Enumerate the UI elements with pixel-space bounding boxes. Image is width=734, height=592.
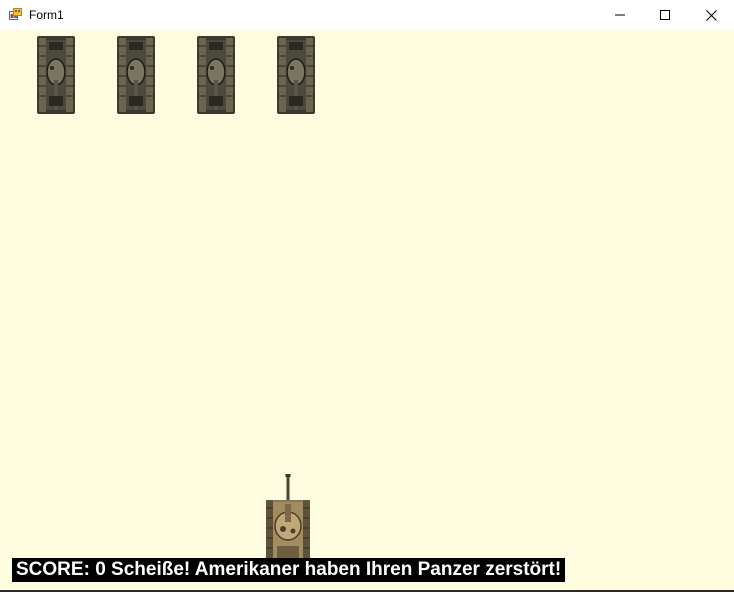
score-value: 0 xyxy=(95,559,106,580)
player-tank-icon[interactable] xyxy=(265,474,311,564)
maximize-button[interactable] xyxy=(642,0,688,30)
maximize-icon xyxy=(660,10,670,20)
game-window: Form1 SCORE: 0 Scheiße! Amerikaner haben… xyxy=(0,0,734,592)
game-canvas[interactable]: SCORE: 0 Scheiße! Amerikaner haben Ihren… xyxy=(0,30,734,590)
title-bar[interactable]: Form1 xyxy=(0,0,734,30)
game-over-message: Scheiße! Amerikaner haben Ihren Panzer z… xyxy=(111,559,562,580)
close-button[interactable] xyxy=(688,0,734,30)
score-prefix: SCORE: xyxy=(16,559,90,580)
enemy-tank-icon xyxy=(117,36,155,114)
enemy-tank-icon xyxy=(197,36,235,114)
enemy-tank-icon xyxy=(277,36,315,114)
winforms-app-icon xyxy=(9,8,22,20)
minimize-icon xyxy=(615,14,625,16)
minimize-button[interactable] xyxy=(597,0,643,30)
score-label: SCORE: 0 Scheiße! Amerikaner haben Ihren… xyxy=(12,558,566,582)
enemy-tank-icon xyxy=(37,36,75,114)
window-title: Form1 xyxy=(29,8,64,22)
close-icon xyxy=(705,9,717,21)
